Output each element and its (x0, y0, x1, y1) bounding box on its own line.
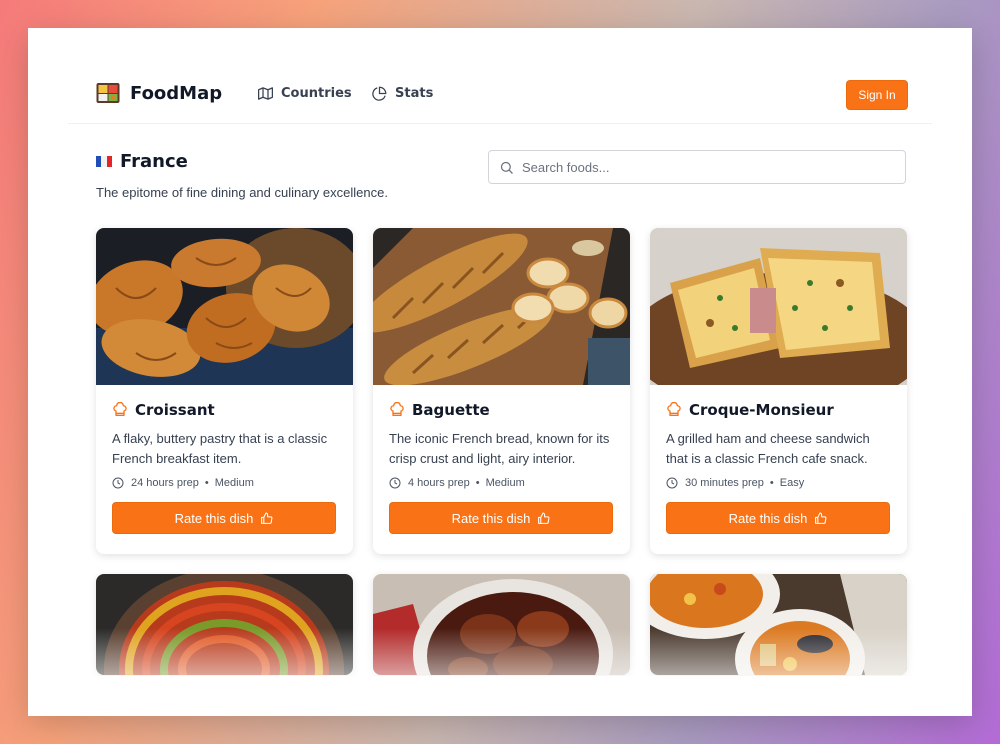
rate-dish-label: Rate this dish (728, 510, 808, 526)
separator-dot: • (475, 477, 480, 489)
food-card-baguette: Baguette The iconic French bread, known … (373, 228, 630, 554)
food-meta: 4 hours prep • Medium (389, 477, 614, 489)
nav-stats-label: Stats (395, 86, 434, 101)
thumbs-up-icon (538, 512, 550, 524)
search-box[interactable] (488, 150, 906, 184)
top-nav: FoodMap Countries Stats Sign In (68, 28, 932, 124)
clock-icon (389, 477, 401, 489)
food-name: Croissant (135, 401, 215, 419)
nav-countries[interactable]: Countries (258, 86, 352, 101)
baguette-image (373, 228, 630, 385)
rate-dish-label: Rate this dish (174, 510, 254, 526)
food-card-croque-monsieur: Croque-Monsieur A grilled ham and cheese… (650, 228, 907, 554)
search-icon (500, 161, 513, 174)
food-name: Baguette (412, 401, 490, 419)
rate-dish-label: Rate this dish (451, 510, 531, 526)
croissant-image (96, 228, 353, 385)
prep-time: 4 hours prep (408, 477, 470, 489)
food-description: The iconic French bread, known for its c… (389, 431, 610, 466)
clock-icon (666, 477, 678, 489)
app-name: FoodMap (130, 82, 223, 104)
pie-chart-icon (372, 86, 387, 101)
separator-dot: • (204, 477, 209, 489)
logo[interactable]: FoodMap (96, 82, 222, 104)
france-flag-icon (96, 156, 112, 167)
food-description: A grilled ham and cheese sandwich that i… (666, 431, 870, 466)
food-meta: 30 minutes prep • Easy (666, 477, 891, 489)
food-description: A flaky, buttery pastry that is a classi… (112, 431, 328, 466)
bento-box-icon (96, 83, 120, 103)
map-icon (258, 87, 273, 100)
app-window: FoodMap Countries Stats Sign In France T… (28, 28, 972, 716)
clock-icon (112, 477, 124, 489)
thumbs-up-icon (815, 512, 827, 524)
chef-hat-icon (667, 402, 681, 416)
thumbs-up-icon (261, 512, 273, 524)
croque-monsieur-image (650, 228, 907, 385)
chef-hat-icon (113, 402, 127, 416)
food-meta: 24 hours prep • Medium (112, 477, 337, 489)
rate-dish-button[interactable]: Rate this dish (666, 502, 890, 534)
country-description: The epitome of fine dining and culinary … (96, 185, 388, 200)
rate-dish-button[interactable]: Rate this dish (112, 502, 336, 534)
search-input[interactable] (522, 159, 882, 175)
separator-dot: • (769, 477, 774, 489)
difficulty: Easy (779, 477, 805, 489)
prep-time: 30 minutes prep (685, 477, 764, 489)
nav-countries-label: Countries (281, 86, 352, 101)
rate-dish-button[interactable]: Rate this dish (389, 502, 613, 534)
bottom-padding (68, 676, 932, 716)
country-name: France (120, 151, 188, 172)
difficulty: Medium (214, 477, 254, 489)
bottom-fade (68, 628, 932, 676)
sign-in-button[interactable]: Sign In (846, 80, 908, 110)
nav-stats[interactable]: Stats (372, 86, 433, 101)
food-name: Croque-Monsieur (689, 401, 834, 419)
difficulty: Medium (485, 477, 525, 489)
country-heading: France (96, 151, 188, 172)
prep-time: 24 hours prep (131, 477, 199, 489)
chef-hat-icon (390, 402, 404, 416)
food-card-croissant: Croissant A flaky, buttery pastry that i… (96, 228, 353, 554)
